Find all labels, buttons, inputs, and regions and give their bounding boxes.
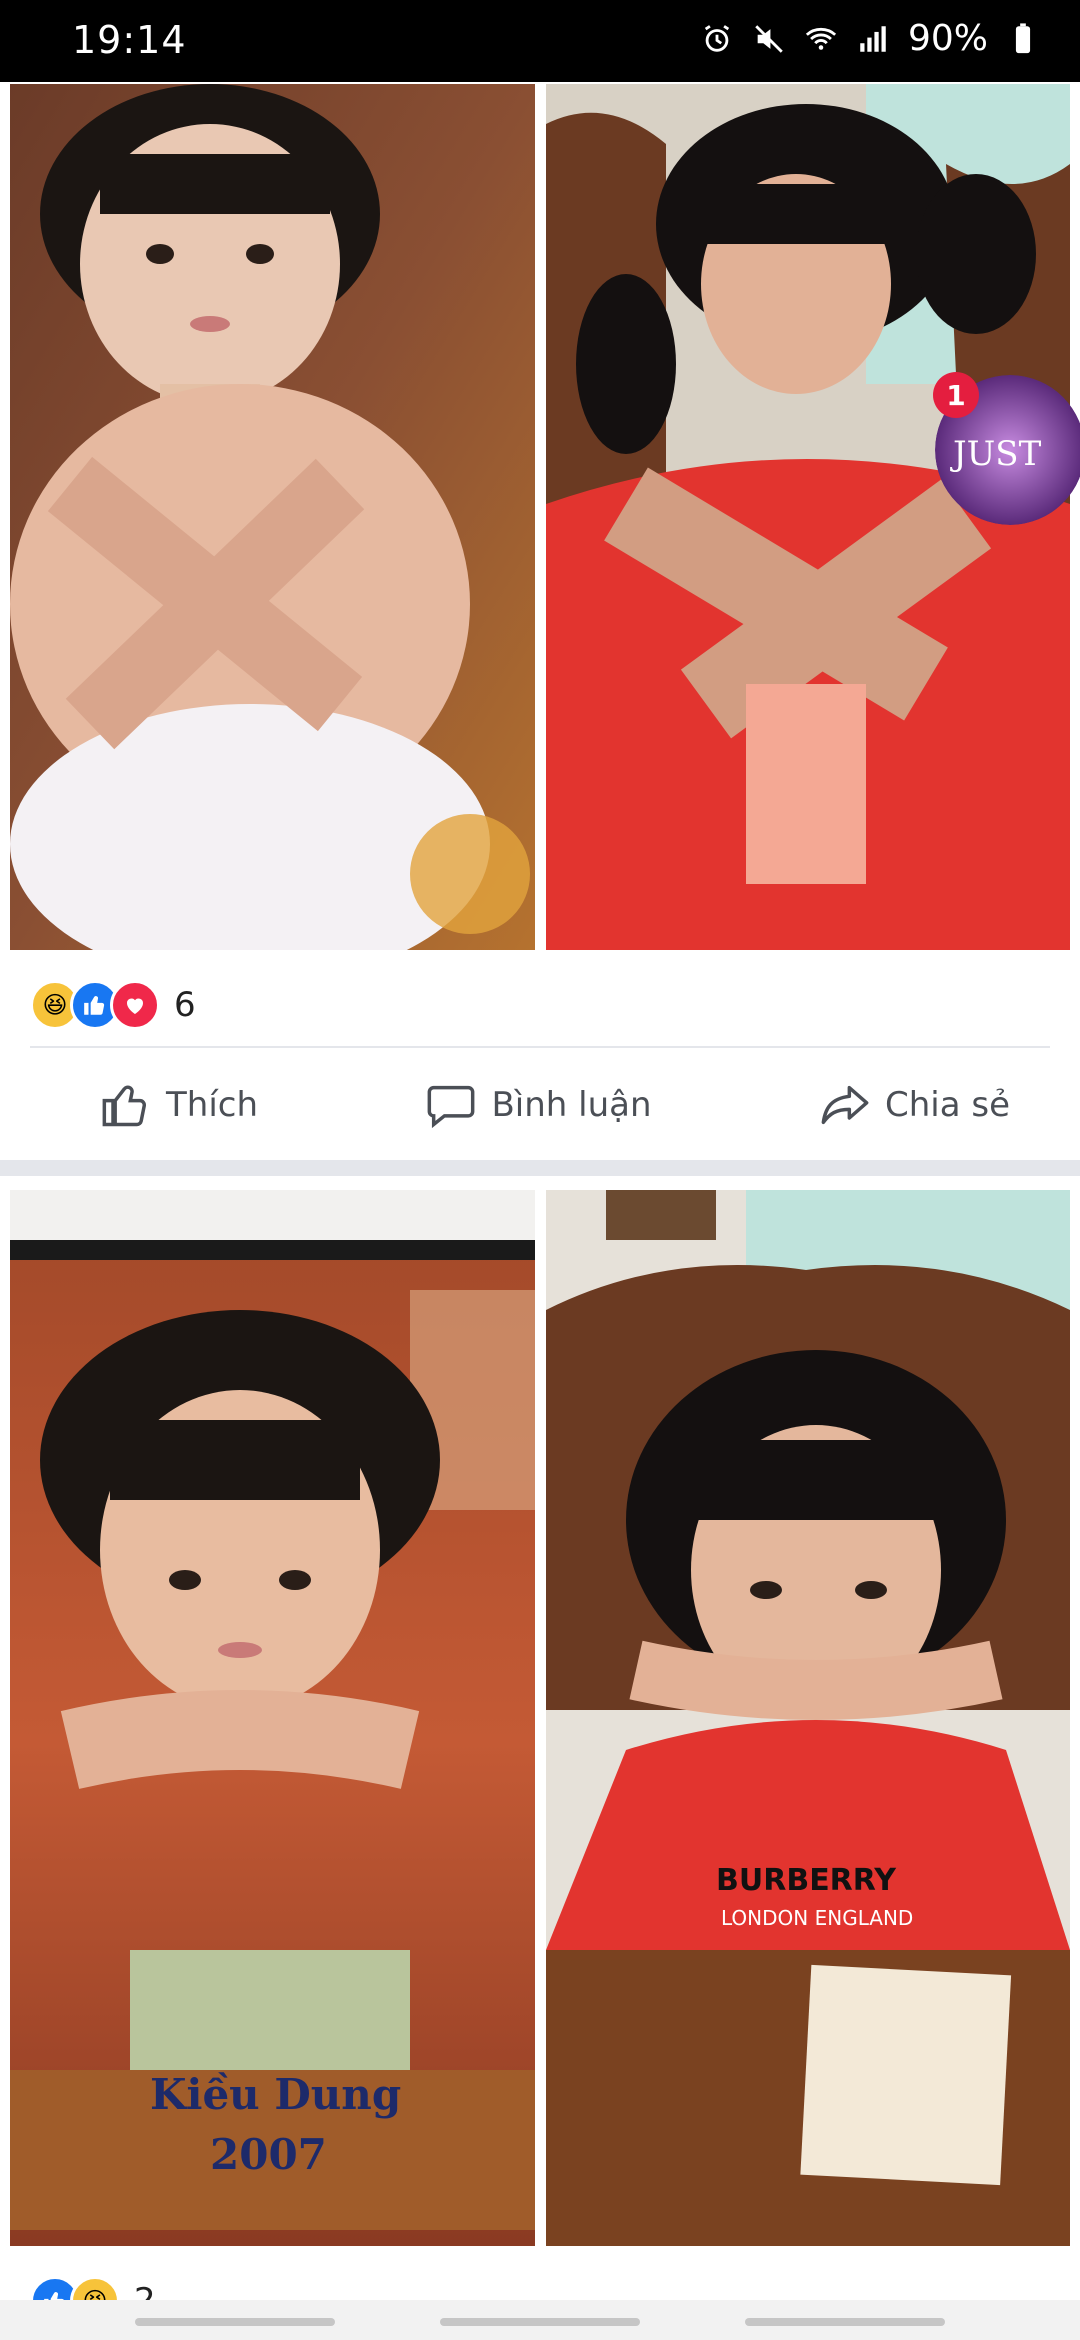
like-label: Thích: [166, 1085, 259, 1125]
post-actions: Thích Bình luận Chia sẻ: [0, 1060, 1080, 1150]
reactions-count: 6: [174, 985, 196, 1025]
nav-handle-center[interactable]: [440, 2318, 640, 2326]
nav-handle-left[interactable]: [135, 2318, 335, 2326]
share-label: Chia sẻ: [884, 1085, 1010, 1125]
comment-button[interactable]: Bình luận: [425, 1079, 652, 1131]
signal-icon: [860, 25, 886, 52]
comment-icon: [428, 1085, 475, 1129]
status-bar: 19:14 90%: [0, 0, 1080, 82]
nav-handle-right[interactable]: [745, 2318, 945, 2326]
wifi-icon: [805, 27, 837, 50]
thumbs-up-icon: [102, 1085, 146, 1127]
shirt-brand-text: BURBERRY: [716, 1863, 897, 1898]
love-reaction-icon: [110, 980, 160, 1030]
child-photo-1: [10, 84, 535, 950]
like-button[interactable]: Thích: [100, 1079, 258, 1131]
reactions-summary[interactable]: 😆 6: [30, 980, 196, 1030]
battery-icon: [1015, 22, 1031, 53]
teen-photo-2: BURBERRY LONDON ENGLAND: [546, 1190, 1070, 2246]
photo-caption-year: 2007: [210, 2130, 327, 2179]
mute-icon: [755, 24, 783, 53]
post1-photo-left[interactable]: [10, 84, 535, 950]
comment-label: Bình luận: [491, 1085, 652, 1125]
shirt-city-text: LONDON ENGLAND: [721, 1906, 913, 1930]
feed-separator: [0, 1160, 1080, 1176]
photo-caption-name: Kiều Dung: [150, 2070, 402, 2119]
battery-percent: 90%: [907, 18, 988, 59]
post2-photo-left[interactable]: Kiều Dung 2007: [10, 1190, 535, 2246]
share-icon: [821, 1085, 869, 1125]
chat-head-badge: 1: [933, 372, 979, 418]
status-icons: 90%: [700, 18, 1040, 59]
chat-head-text: JUST: [950, 434, 1042, 474]
post-divider: [30, 1046, 1050, 1048]
share-button[interactable]: Chia sẻ: [819, 1079, 1010, 1131]
alarm-icon: [704, 24, 730, 52]
clock: 19:14: [72, 18, 187, 62]
post2-photo-right[interactable]: BURBERRY LONDON ENGLAND: [546, 1190, 1070, 2246]
